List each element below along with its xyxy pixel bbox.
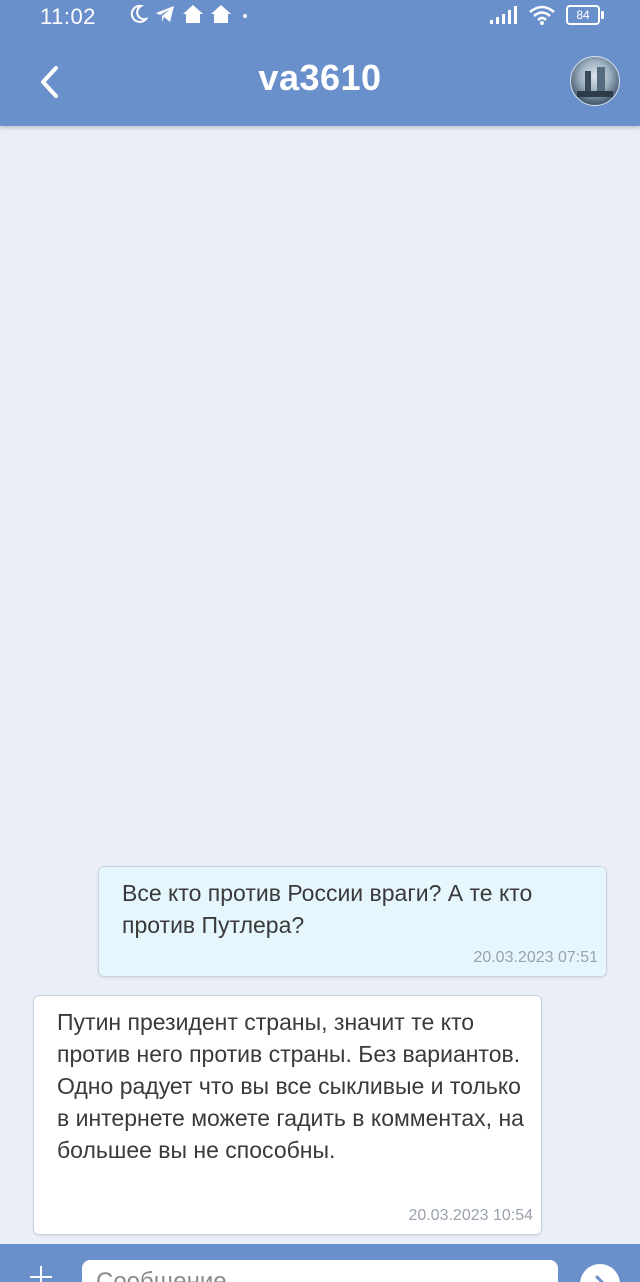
message-input-bar	[0, 1244, 640, 1282]
signal-icon	[490, 6, 517, 24]
status-time: 11:02	[40, 4, 96, 29]
user-avatar-image	[577, 67, 613, 97]
system-icons: 84	[490, 5, 604, 25]
message-incoming[interactable]: Путин президент страны, значит те кто пр…	[33, 995, 542, 1235]
battery-icon: 84	[566, 5, 604, 25]
dot-icon	[243, 14, 247, 18]
home-icon	[211, 5, 231, 23]
moon-icon	[130, 4, 148, 23]
message-timestamp: 20.03.2023 07:51	[473, 949, 598, 966]
message-text: Путин президент страны, значит те кто пр…	[57, 1009, 524, 1163]
status-bar: 11:02 84	[0, 0, 640, 34]
attach-plus-icon[interactable]	[30, 1266, 52, 1282]
avatar[interactable]	[570, 56, 620, 106]
top-bar: 11:02 84 va3610	[0, 0, 640, 126]
message-timestamp: 20.03.2023 10:54	[408, 1207, 533, 1224]
message-text: Все кто против России враги? А те кто пр…	[122, 880, 533, 938]
message-input[interactable]	[82, 1260, 558, 1282]
telegram-icon	[156, 6, 174, 22]
notification-icons	[128, 4, 252, 24]
home-icon	[183, 5, 203, 23]
chat-title: va3610	[258, 57, 382, 98]
message-outgoing[interactable]: Все кто против России враги? А те кто пр…	[98, 866, 607, 977]
send-arrow-icon	[595, 1275, 605, 1282]
send-button[interactable]	[580, 1264, 620, 1282]
wifi-icon	[529, 5, 555, 25]
